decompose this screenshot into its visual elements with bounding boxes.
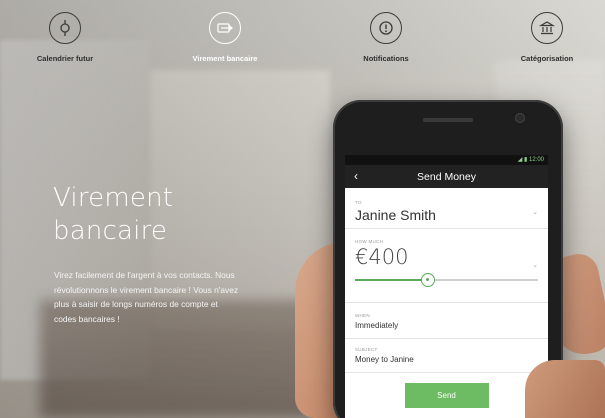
- amount-slider[interactable]: [355, 273, 538, 287]
- slider-thumb[interactable]: [421, 273, 435, 287]
- phone-camera: [515, 113, 525, 123]
- nav-label-calendrier: Calendrier futur: [36, 54, 94, 63]
- signal-icon: ◢ ▮: [517, 157, 529, 163]
- recipient-label: TO: [355, 200, 362, 205]
- app-title: Send Money: [417, 170, 476, 183]
- subject-value: Money to Janine: [355, 355, 414, 364]
- nav-label-categorisation: Catégorisation: [520, 54, 574, 63]
- status-bar: ◢ ▮ 12:00: [345, 155, 548, 165]
- title-line-2: bancaire: [53, 216, 168, 246]
- subject-label: SUBJECT: [355, 347, 378, 352]
- amount-field[interactable]: HOW MUCH €400 ⌄: [345, 229, 548, 303]
- back-icon[interactable]: ‹: [354, 169, 358, 183]
- calendar-pin-icon: [49, 12, 81, 44]
- recipient-field[interactable]: TO Janine Smith ⌄: [345, 188, 548, 229]
- nav-label-notifications: Notifications: [363, 54, 409, 63]
- title-line-1: Virement: [53, 183, 174, 213]
- subject-field[interactable]: SUBJECT Money to Janine: [345, 339, 548, 373]
- when-value: Immediately: [355, 321, 399, 330]
- nav-item-notifications[interactable]: Notifications: [331, 12, 441, 63]
- alert-icon: [370, 12, 402, 44]
- when-label: WHEN: [355, 313, 370, 318]
- bank-icon: [531, 12, 563, 44]
- nav-item-categorisation[interactable]: Catégorisation: [492, 12, 602, 63]
- nav-item-calendrier[interactable]: Calendrier futur: [10, 12, 120, 63]
- amount-value: €400: [355, 245, 409, 269]
- phone-screen: ◢ ▮ 12:00 ‹ Send Money TO Janine Smith ⌄…: [345, 155, 548, 418]
- amount-label: HOW MUCH: [355, 239, 384, 244]
- fingers-image: [525, 360, 605, 418]
- status-time: 12:00: [528, 157, 544, 163]
- send-button[interactable]: Send: [404, 383, 489, 408]
- hero-description: Virez facilement de l'argent à vos conta…: [54, 270, 239, 324]
- app-bar: ‹ Send Money: [345, 165, 548, 188]
- nav-item-virement[interactable]: Virement bancaire: [170, 12, 280, 63]
- feature-nav: Calendrier futur Virement bancaire Notif…: [0, 0, 605, 75]
- send-area: Send: [345, 373, 548, 408]
- recipient-value: Janine Smith: [355, 207, 436, 223]
- transfer-icon: [209, 12, 241, 44]
- chevron-down-icon[interactable]: ⌄: [532, 208, 538, 216]
- slider-fill: [355, 279, 428, 281]
- phone-speaker: [423, 118, 473, 122]
- page-title: Virement bancaire: [53, 182, 283, 248]
- when-field[interactable]: WHEN Immediately: [345, 303, 548, 339]
- chevron-down-icon[interactable]: ⌄: [532, 261, 538, 269]
- nav-label-virement: Virement bancaire: [192, 54, 258, 63]
